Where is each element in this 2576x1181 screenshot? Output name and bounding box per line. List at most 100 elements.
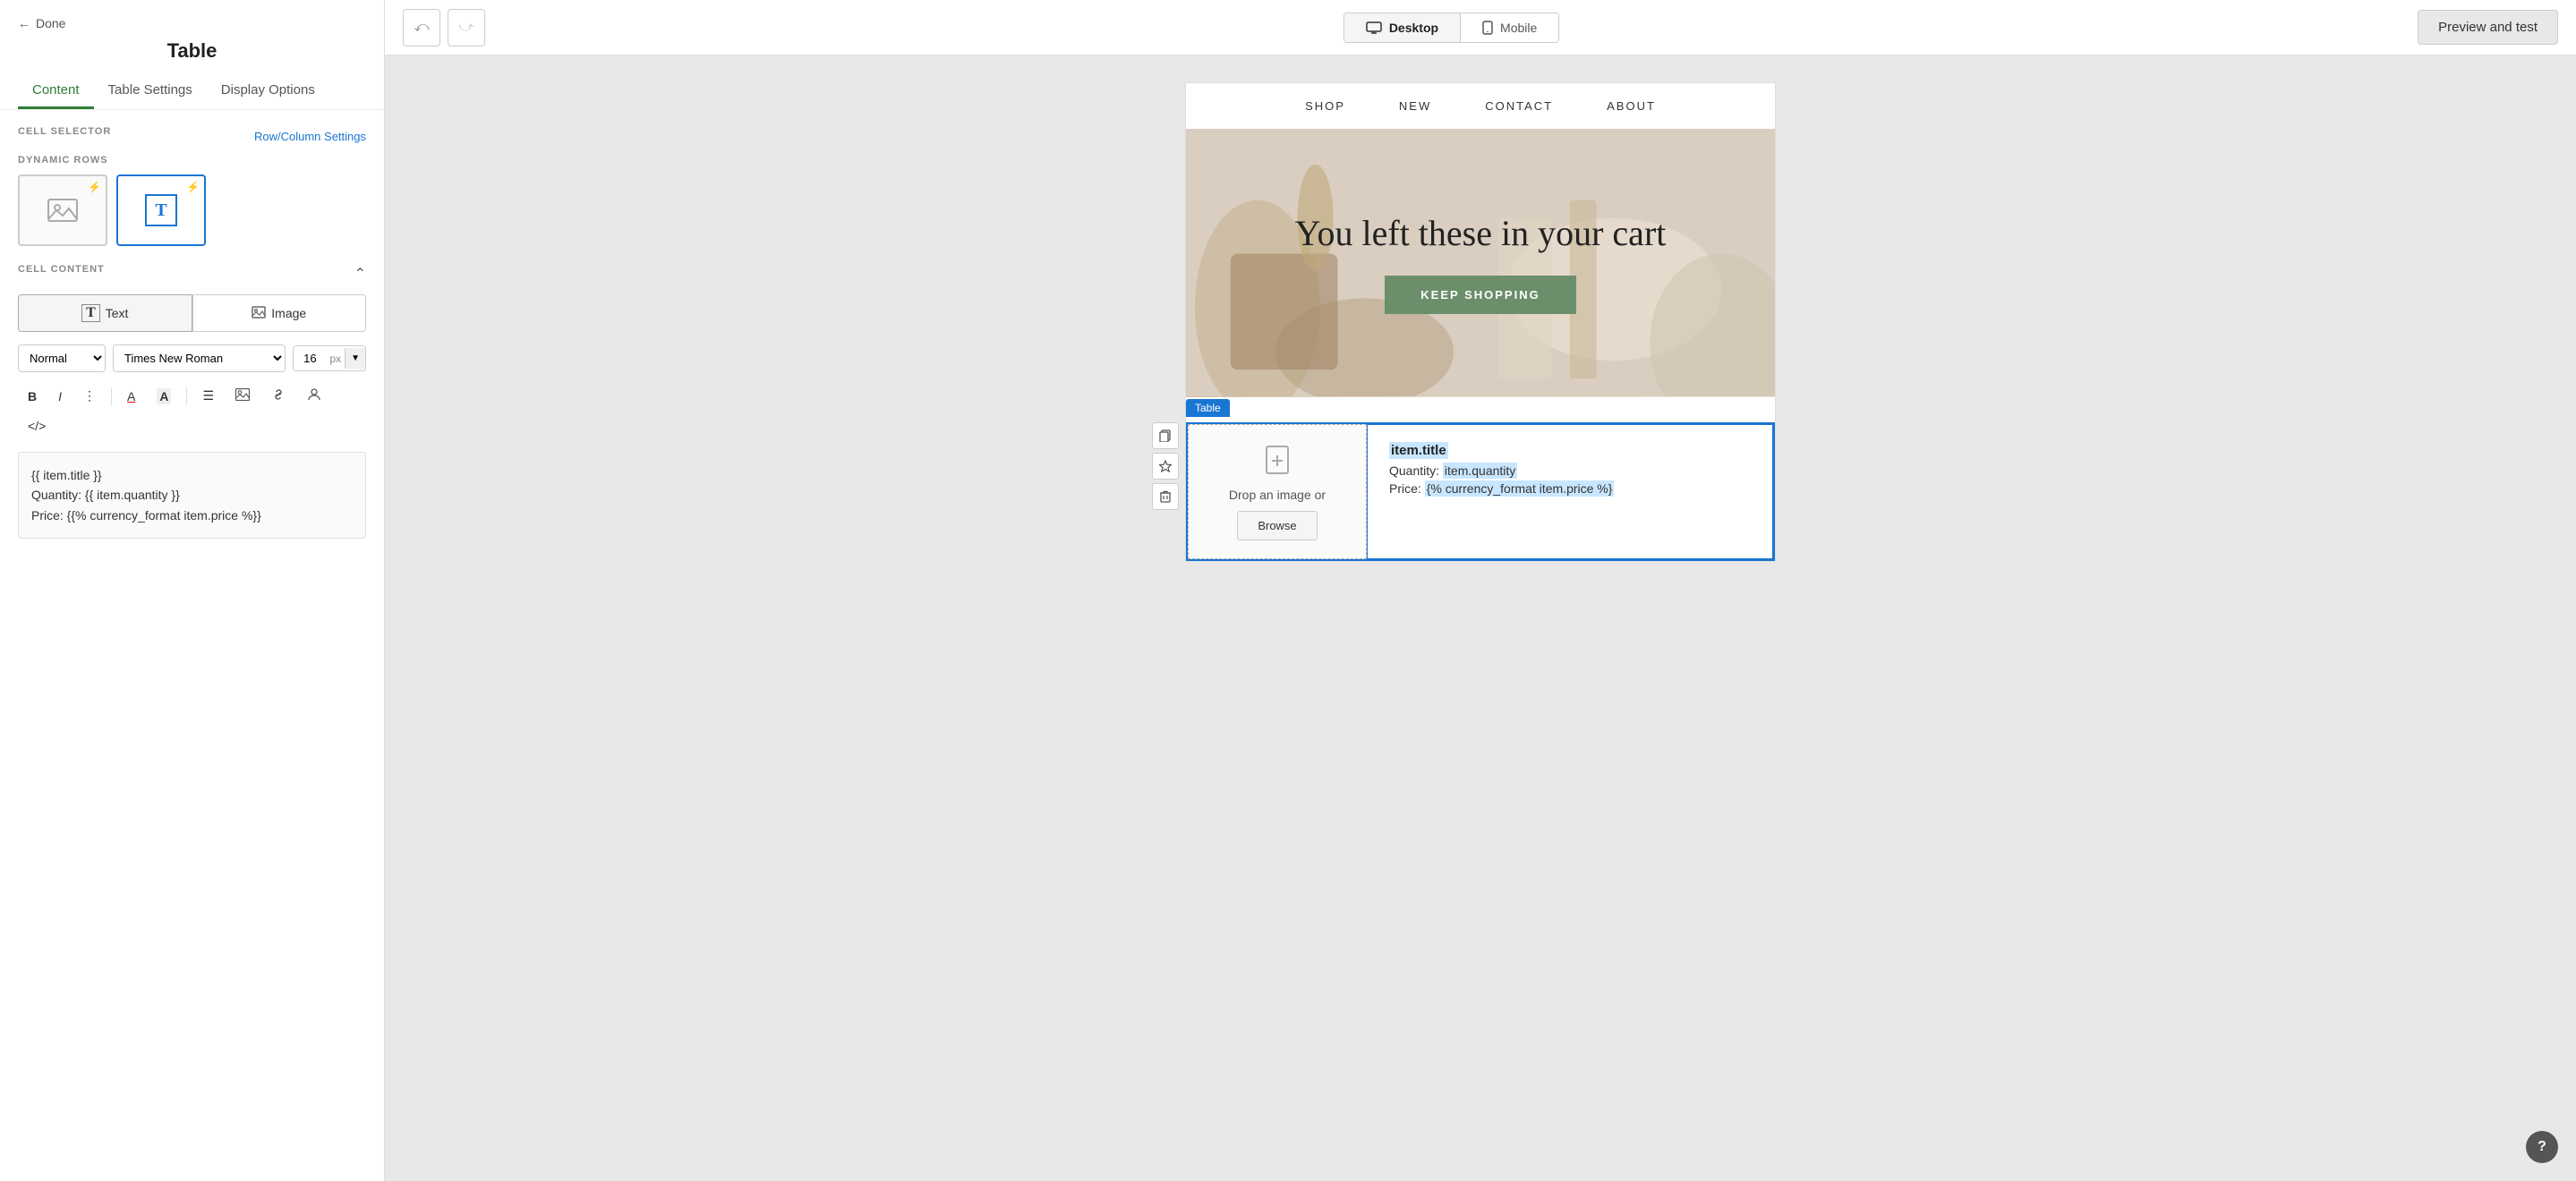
font-style-select[interactable]: NormalHeading 1Heading 2 (18, 344, 106, 372)
table-actions (1152, 422, 1179, 510)
keep-shopping-button[interactable]: KEEP SHOPPING (1385, 276, 1575, 314)
quantity-highlight: item.quantity (1443, 463, 1517, 479)
back-button[interactable]: ← Done (18, 16, 366, 30)
nav-new: NEW (1399, 99, 1431, 113)
cell-content-header: CELL CONTENT ⌃ (18, 264, 366, 284)
tab-table-settings[interactable]: Table Settings (94, 73, 207, 109)
mobile-label: Mobile (1500, 21, 1537, 35)
dynamic-rows-container: ⚡ ⚡ T (18, 174, 366, 246)
text-type-button[interactable]: T Text (18, 294, 192, 332)
help-button[interactable]: ? (2526, 1131, 2558, 1163)
panel-title: Table (18, 39, 366, 63)
font-size-group: px ▼ (293, 345, 366, 371)
text-item-title: item.title (1389, 443, 1751, 458)
editor-line-2: Quantity: {{ item.quantity }} (31, 485, 353, 505)
editor-line-1: {{ item.title }} (31, 465, 353, 485)
desktop-icon (1366, 21, 1382, 34)
hero-area: You left these in your cart KEEP SHOPPIN… (1186, 129, 1775, 397)
redo-button[interactable]: ⤻ (448, 9, 485, 47)
insert-image-button[interactable] (226, 382, 260, 410)
mobile-view-button[interactable]: Mobile (1461, 13, 1558, 42)
code-button[interactable]: </> (18, 412, 55, 439)
tabs-row: Content Table Settings Display Options (18, 73, 366, 109)
undo-button[interactable]: ⤺ (403, 9, 440, 47)
text-cell-icon: T (145, 194, 177, 226)
upload-icon (1261, 443, 1293, 479)
delete-row-button[interactable] (1152, 483, 1179, 510)
back-label: Done (36, 16, 65, 30)
nav-about: ABOUT (1607, 99, 1656, 113)
copy-icon (1159, 429, 1172, 442)
italic-button[interactable]: I (48, 383, 72, 410)
desktop-view-button[interactable]: Desktop (1344, 13, 1461, 42)
left-panel: ← Done Table Content Table Settings Disp… (0, 0, 385, 1181)
text-quantity: Quantity: item.quantity (1389, 463, 1751, 478)
font-size-arrow[interactable]: ▼ (345, 348, 365, 369)
image-type-icon (252, 305, 266, 322)
bold-button[interactable]: B (18, 383, 47, 410)
canvas-area: SHOP NEW CONTACT ABOUT (385, 55, 2576, 1181)
cell-content-label: CELL CONTENT (18, 264, 105, 275)
lightning-icon-text: ⚡ (186, 181, 200, 193)
left-header: ← Done Table Content Table Settings Disp… (0, 0, 384, 110)
font-color-button[interactable]: A (117, 383, 145, 410)
font-bg-button[interactable]: A (147, 383, 181, 410)
dynamic-cell-text[interactable]: ⚡ T (116, 174, 206, 246)
tab-content[interactable]: Content (18, 73, 94, 109)
text-type-icon: T (81, 304, 100, 322)
top-toolbar: ⤺ ⤻ Desktop Mobile Preview and test (385, 0, 2576, 55)
table-row: Drop an image or Browse item.title Quant… (1188, 424, 1773, 559)
star-button[interactable] (1152, 453, 1179, 480)
desktop-label: Desktop (1389, 21, 1438, 35)
email-preview: SHOP NEW CONTACT ABOUT (1185, 82, 1776, 562)
item-title-highlight: item.title (1389, 442, 1448, 459)
font-controls: NormalHeading 1Heading 2 Times New Roman… (18, 344, 366, 372)
font-family-select[interactable]: Times New RomanArialGeorgia (113, 344, 286, 372)
text-editor-area[interactable]: {{ item.title }} Quantity: {{ item.quant… (18, 452, 366, 539)
image-placeholder-icon (47, 194, 79, 226)
text-cell: item.title Quantity: item.quantity Price… (1367, 424, 1773, 559)
copy-row-button[interactable] (1152, 422, 1179, 449)
image-cell: Drop an image or Browse (1188, 424, 1367, 559)
person-button[interactable] (297, 381, 331, 411)
price-highlight: {% currency_format item.price %} (1425, 480, 1615, 497)
cell-selector-header: CELL SELECTOR Row/Column Settings (18, 126, 366, 146)
browse-button[interactable]: Browse (1237, 511, 1317, 540)
back-arrow-icon: ← (18, 16, 30, 30)
email-nav: SHOP NEW CONTACT ABOUT (1186, 83, 1775, 129)
dynamic-cell-image[interactable]: ⚡ (18, 174, 107, 246)
nav-shop: SHOP (1305, 99, 1345, 113)
align-button[interactable]: ☰ (192, 382, 224, 410)
more-button[interactable]: ⋮ (73, 382, 106, 410)
preview-test-button[interactable]: Preview and test (2418, 10, 2558, 45)
table-wrapper: Table (1186, 422, 1775, 561)
hero-title: You left these in your cart (1295, 212, 1667, 254)
fmt-separator-1 (111, 387, 112, 405)
font-size-unit: px (326, 347, 345, 370)
panel-body: CELL SELECTOR Row/Column Settings DYNAMI… (0, 110, 384, 1181)
text-type-label: Text (106, 306, 129, 320)
star-icon (1159, 460, 1172, 472)
text-price: Price: {% currency_format item.price %} (1389, 481, 1751, 496)
collapse-button[interactable]: ⌃ (354, 265, 366, 283)
table-section: Drop an image or Browse item.title Quant… (1186, 422, 1775, 561)
main-area: ⤺ ⤻ Desktop Mobile Preview and test (385, 0, 2576, 1181)
lightning-icon-image: ⚡ (88, 181, 101, 193)
content-type-buttons: T Text Image (18, 294, 366, 332)
row-col-settings-link[interactable]: Row/Column Settings (254, 130, 366, 143)
image-type-label: Image (271, 306, 306, 320)
cell-selector-label: CELL SELECTOR (18, 126, 111, 137)
tab-display-options[interactable]: Display Options (207, 73, 329, 109)
font-size-input[interactable] (294, 346, 326, 370)
link-button[interactable] (261, 381, 295, 411)
drop-text: Drop an image or (1229, 488, 1326, 502)
toolbar-left: ⤺ ⤻ (403, 9, 485, 47)
dynamic-rows-label: DYNAMIC ROWS (18, 155, 366, 166)
mobile-icon (1482, 21, 1493, 35)
fmt-separator-2 (186, 387, 187, 405)
hero-bg-decoration (1186, 129, 1775, 396)
editor-line-3: Price: {{% currency_format item.price %}… (31, 506, 353, 525)
table-badge: Table (1186, 399, 1230, 417)
formatting-row: B I ⋮ A A ☰ (18, 381, 366, 439)
image-type-button[interactable]: Image (192, 294, 367, 332)
